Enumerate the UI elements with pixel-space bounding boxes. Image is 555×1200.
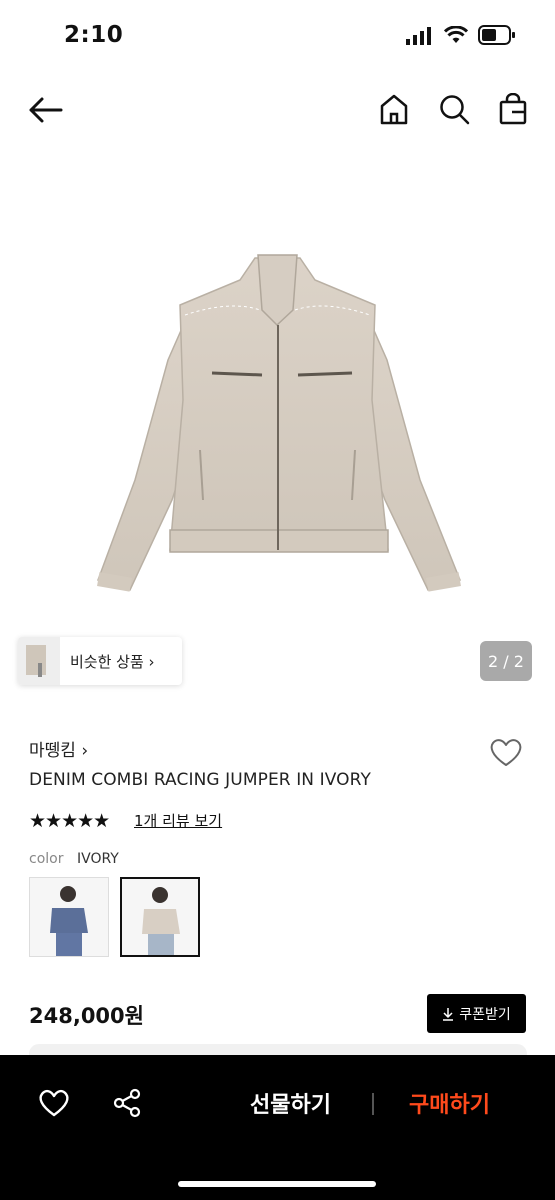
coupon-button[interactable]: 쿠폰받기 (427, 994, 526, 1033)
reviews-link[interactable]: 1개 리뷰 보기 (134, 810, 222, 831)
price: 248,000원 (29, 1004, 144, 1028)
gift-button[interactable]: 선물하기 (250, 1087, 331, 1119)
color-option-ivory[interactable] (120, 877, 200, 957)
rating-stars: ★★★★★ (29, 810, 110, 832)
similar-products-label: 비슷한 상품 › (70, 652, 155, 671)
product-title: DENIM COMBI RACING JUMPER IN IVORY (29, 770, 371, 790)
search-button[interactable] (437, 92, 471, 126)
cart-button[interactable] (497, 92, 529, 126)
share-button[interactable] (110, 1086, 144, 1120)
buy-button[interactable]: 구매하기 (409, 1087, 490, 1119)
jacket-image (97, 254, 461, 592)
home-button[interactable] (378, 92, 410, 126)
heart-icon (39, 1089, 69, 1117)
model-thumbnail (142, 887, 180, 955)
similar-products-button[interactable]: 비슷한 상품 › (18, 637, 182, 685)
color-option-blue[interactable] (29, 877, 109, 957)
bottom-wishlist-button[interactable] (36, 1086, 72, 1120)
status-time: 2:10 (64, 22, 124, 48)
image-counter: 2 / 2 (480, 641, 532, 681)
similar-product-thumbnail (18, 637, 60, 685)
home-indicator[interactable] (178, 1181, 376, 1187)
search-icon (440, 95, 470, 125)
signal-icon (406, 27, 432, 49)
coupon-label: 쿠폰받기 (459, 1006, 511, 1023)
color-label: color (29, 851, 64, 867)
shopping-bag-icon (499, 93, 527, 125)
divider (372, 1093, 374, 1115)
color-value: IVORY (77, 851, 119, 867)
brand-link[interactable]: 마뗑킴 › (29, 736, 88, 761)
battery-icon (478, 25, 516, 49)
back-button[interactable] (26, 92, 64, 128)
share-icon (113, 1088, 141, 1118)
home-icon (380, 94, 408, 125)
bottom-action-bar (0, 1055, 555, 1200)
heart-icon (490, 739, 522, 766)
product-image[interactable] (0, 150, 555, 690)
wishlist-button[interactable] (488, 735, 524, 769)
arrow-left-icon (29, 97, 63, 123)
download-icon (443, 1007, 454, 1021)
wifi-icon (443, 25, 469, 48)
model-thumbnail (50, 886, 88, 956)
